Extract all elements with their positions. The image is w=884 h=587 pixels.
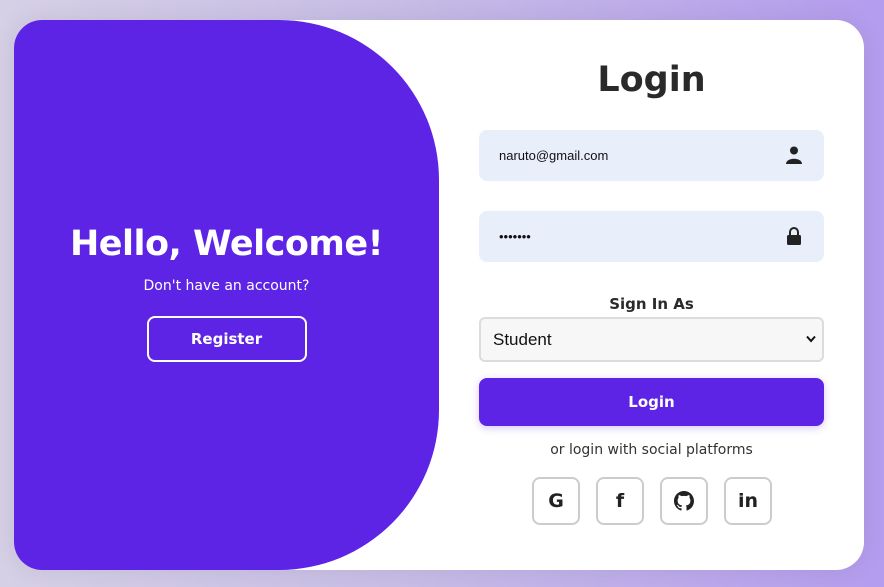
email-field[interactable] xyxy=(479,130,824,181)
login-button[interactable]: Login xyxy=(479,378,824,426)
sign-in-as-label: Sign In As xyxy=(609,295,694,313)
login-title: Login xyxy=(597,60,706,100)
login-form: Login Sign In As Student Login or login … xyxy=(479,20,824,570)
role-select-value: Student xyxy=(493,330,552,349)
lock-icon xyxy=(787,227,801,245)
user-icon xyxy=(786,146,802,164)
login-card: Hello, Welcome! Don't have an account? R… xyxy=(14,20,864,570)
email-input[interactable] xyxy=(499,130,779,181)
password-input[interactable] xyxy=(499,211,779,262)
social-login-text: or login with social platforms xyxy=(550,442,753,458)
facebook-icon: f xyxy=(615,490,625,512)
github-button[interactable] xyxy=(660,477,708,525)
register-button[interactable]: Register xyxy=(146,316,307,362)
social-buttons: G f in xyxy=(532,477,772,525)
github-icon xyxy=(674,491,694,511)
welcome-title: Hello, Welcome! xyxy=(69,224,384,264)
welcome-subtitle: Don't have an account? xyxy=(143,278,310,294)
linkedin-icon: in xyxy=(737,490,759,512)
google-icon: G xyxy=(548,490,564,512)
linkedin-button[interactable]: in xyxy=(724,477,772,525)
facebook-button[interactable]: f xyxy=(596,477,644,525)
password-field[interactable] xyxy=(479,211,824,262)
google-button[interactable]: G xyxy=(532,477,580,525)
welcome-panel: Hello, Welcome! Don't have an account? R… xyxy=(14,20,439,570)
chevron-down-icon xyxy=(806,335,816,343)
role-select[interactable]: Student xyxy=(479,317,824,362)
